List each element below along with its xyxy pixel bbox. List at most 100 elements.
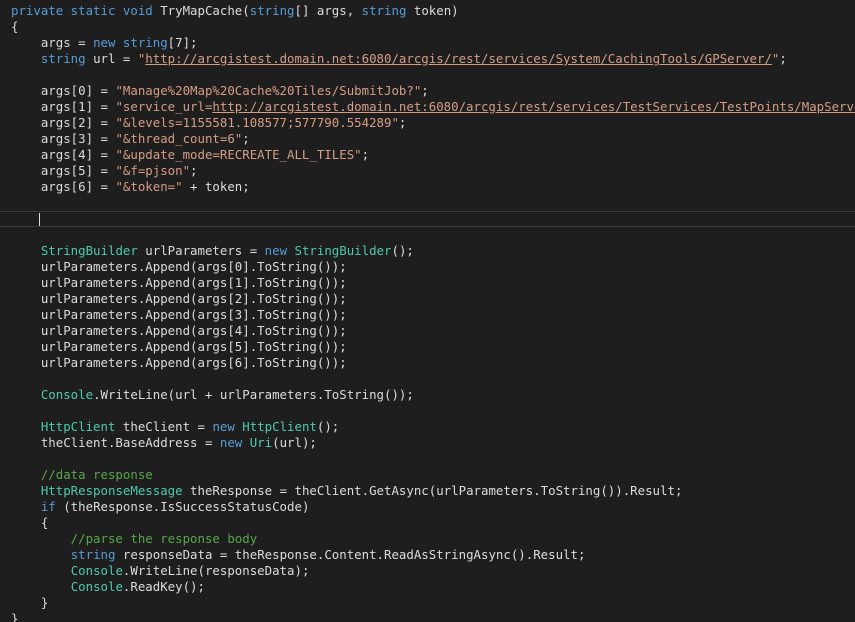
code-editor[interactable]: private static void TryMapCache(string[]… <box>0 0 855 622</box>
code-line[interactable]: args[4] = "&update_mode=RECREATE_ALL_TIL… <box>0 147 855 163</box>
code-line[interactable]: urlParameters.Append(args[1].ToString())… <box>0 275 855 291</box>
text-caret <box>39 213 40 226</box>
code-line[interactable]: args[1] = "service_url=http://arcgistest… <box>0 99 855 115</box>
keyword-token: string <box>40 51 86 66</box>
string-token: "&thread_count=6" <box>115 131 243 146</box>
string-token: "Manage%20Map%20Cache%20Tiles/SubmitJob?… <box>115 83 422 98</box>
code-line[interactable]: args[2] = "&levels=1155581.108577;577790… <box>0 115 855 131</box>
code-line[interactable] <box>0 227 855 243</box>
code-token: urlParameters.Append(args[1].ToString())… <box>11 275 347 290</box>
code-line[interactable] <box>0 403 855 419</box>
code-token: url = <box>85 51 138 66</box>
code-line[interactable]: { <box>0 515 855 531</box>
type-token: HttpClient <box>40 419 116 434</box>
code-token: ; <box>190 163 198 178</box>
code-line[interactable]: if (theResponse.IsSuccessStatusCode) <box>0 499 855 515</box>
type-token: Uri <box>249 435 273 450</box>
string-token: "&f=pjson" <box>115 163 191 178</box>
string-token: "&token=" <box>115 179 183 194</box>
url-link[interactable]: http://arcgistest.domain.net:6080/arcgis… <box>145 51 772 66</box>
code-line[interactable]: urlParameters.Append(args[3].ToString())… <box>0 307 855 323</box>
code-token: urlParameters = <box>137 243 265 258</box>
code-line[interactable]: urlParameters.Append(args[6].ToString())… <box>0 355 855 371</box>
keyword-token: new <box>264 243 295 258</box>
code-token: .WriteLine(responseData); <box>122 563 310 578</box>
code-line[interactable]: //parse the response body <box>0 531 855 547</box>
code-line[interactable]: Console.ReadKey(); <box>0 579 855 595</box>
code-line[interactable] <box>0 371 855 387</box>
code-line[interactable] <box>0 195 855 211</box>
code-line[interactable]: Console.WriteLine(responseData); <box>0 563 855 579</box>
code-line[interactable]: args[6] = "&token=" + token; <box>0 179 855 195</box>
url-link[interactable]: http://arcgistest.domain.net:6080/arcgis… <box>212 99 855 114</box>
code-token: urlParameters.Append(args[2].ToString())… <box>11 291 347 306</box>
code-token: args[3] = <box>11 131 116 146</box>
code-line[interactable]: urlParameters.Append(args[5].ToString())… <box>0 339 855 355</box>
code-line[interactable]: HttpResponseMessage theResponse = theCli… <box>0 483 855 499</box>
code-token: .ReadKey(); <box>122 579 205 594</box>
code-line[interactable]: private static void TryMapCache(string[]… <box>0 3 855 19</box>
code-token: args = <box>11 35 94 50</box>
code-line[interactable]: } <box>0 611 855 622</box>
code-token: urlParameters.Append(args[3].ToString())… <box>11 307 347 322</box>
code-line[interactable] <box>0 67 855 83</box>
keyword-token: new <box>93 35 123 50</box>
code-line[interactable]: string responseData = theResponse.Conten… <box>0 547 855 563</box>
code-token: (url); <box>272 435 317 450</box>
keyword-token: string <box>122 35 168 50</box>
type-token: Console <box>70 563 123 578</box>
code-line[interactable] <box>0 451 855 467</box>
code-token: urlParameters.Append(args[0].ToString())… <box>11 259 347 274</box>
code-line[interactable]: Console.WriteLine(url + urlParameters.To… <box>0 387 855 403</box>
code-token: urlParameters.Append(args[5].ToString())… <box>11 339 347 354</box>
code-token: args[4] = <box>11 147 116 162</box>
type-token: Console <box>70 579 123 594</box>
code-line[interactable]: args[5] = "&f=pjson"; <box>0 163 855 179</box>
code-token: TryMapCache( <box>160 3 250 18</box>
code-token: theResponse = theClient.GetAsync(urlPara… <box>182 483 683 498</box>
code-line[interactable]: urlParameters.Append(args[0].ToString())… <box>0 259 855 275</box>
code-line[interactable]: urlParameters.Append(args[2].ToString())… <box>0 291 855 307</box>
code-token: args[6] = <box>11 179 116 194</box>
code-token: args[0] = <box>11 83 116 98</box>
code-line[interactable]: StringBuilder urlParameters = new String… <box>0 243 855 259</box>
keyword-token: new <box>219 435 250 450</box>
code-line[interactable]: } <box>0 595 855 611</box>
code-line-current[interactable] <box>0 211 855 227</box>
code-token: { <box>11 515 49 530</box>
code-token: + token; <box>182 179 250 194</box>
code-token: { <box>11 19 19 34</box>
type-token: Console <box>40 387 94 402</box>
code-token: urlParameters.Append(args[6].ToString())… <box>11 355 347 370</box>
type-token: HttpClient <box>242 419 317 434</box>
string-token: "&update_mode=RECREATE_ALL_TILES" <box>115 147 362 162</box>
code-token: responseData = theResponse.Content.ReadA… <box>115 547 586 562</box>
code-line[interactable]: HttpClient theClient = new HttpClient(); <box>0 419 855 435</box>
code-token: token) <box>406 3 459 18</box>
code-token: [] args, <box>294 3 362 18</box>
code-token: args[2] = <box>11 115 116 130</box>
code-line[interactable]: { <box>0 19 855 35</box>
keyword-token: string <box>70 547 116 562</box>
code-line[interactable]: //data response <box>0 467 855 483</box>
code-line[interactable]: string url = "http://arcgistest.domain.n… <box>0 51 855 67</box>
string-token: "service_url= <box>115 99 213 114</box>
code-line[interactable]: theClient.BaseAddress = new Uri(url); <box>0 435 855 451</box>
code-line[interactable]: urlParameters.Append(args[4].ToString())… <box>0 323 855 339</box>
code-token: ; <box>242 131 250 146</box>
code-token: theClient = <box>115 419 213 434</box>
comment-token: //data response <box>11 467 153 482</box>
code-line[interactable]: args = new string[7]; <box>0 35 855 51</box>
code-line[interactable]: args[0] = "Manage%20Map%20Cache%20Tiles/… <box>0 83 855 99</box>
keyword-token: new <box>212 419 243 434</box>
code-token: (); <box>316 419 340 434</box>
code-token: } <box>11 595 49 610</box>
type-token: StringBuilder <box>294 243 392 258</box>
code-token: urlParameters.Append(args[4].ToString())… <box>11 323 347 338</box>
code-line[interactable]: args[3] = "&thread_count=6"; <box>0 131 855 147</box>
